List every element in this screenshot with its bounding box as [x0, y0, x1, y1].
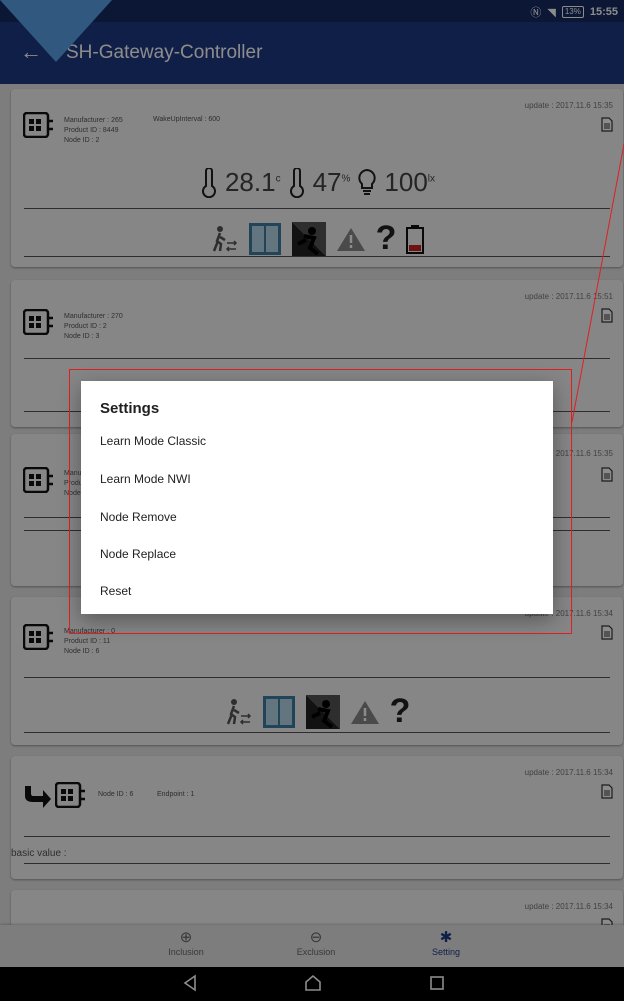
settings-dialog: Settings Learn Mode Classic Learn Mode N…: [81, 381, 553, 614]
menu-item-learn-mode-classic[interactable]: Learn Mode Classic: [100, 434, 206, 448]
menu-item-reset[interactable]: Reset: [100, 584, 131, 598]
menu-item-node-remove[interactable]: Node Remove: [100, 510, 177, 524]
dialog-title: Settings: [100, 400, 160, 417]
menu-item-node-replace[interactable]: Node Replace: [100, 547, 176, 561]
menu-item-learn-mode-nwi[interactable]: Learn Mode NWI: [100, 472, 191, 486]
